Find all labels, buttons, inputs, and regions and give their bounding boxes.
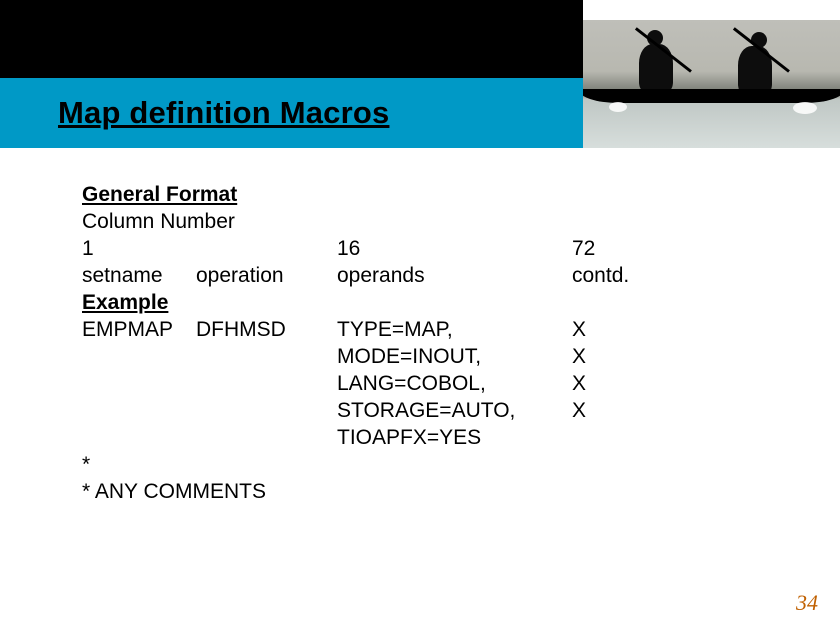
page-number: 34 bbox=[796, 590, 818, 616]
example-contd-2: X bbox=[572, 370, 586, 397]
col1-number: 1 bbox=[82, 235, 337, 262]
example-contd-0: X bbox=[572, 316, 586, 343]
example-operand-0: TYPE=MAP, bbox=[337, 316, 572, 343]
col2-number: 16 bbox=[337, 235, 572, 262]
slide-title: Map definition Macros bbox=[58, 95, 389, 131]
example-label: Example bbox=[82, 289, 168, 316]
comment-line: * ANY COMMENTS bbox=[82, 478, 266, 505]
col1-header-operation: operation bbox=[196, 262, 337, 289]
example-contd-3: X bbox=[572, 397, 586, 424]
example-operand-2: LANG=COBOL, bbox=[337, 370, 572, 397]
slide-body: General Format Column Number 1 16 72 set… bbox=[82, 181, 782, 505]
col1-header-setname: setname bbox=[82, 262, 196, 289]
header-image bbox=[583, 20, 840, 148]
example-operand-4: TIOAPFX=YES bbox=[337, 424, 572, 451]
column-number-label: Column Number bbox=[82, 208, 235, 235]
header-teal-bar: Map definition Macros bbox=[0, 78, 583, 148]
header-black-bar bbox=[0, 0, 583, 78]
example-operand-3: STORAGE=AUTO, bbox=[337, 397, 572, 424]
col2-header-operands: operands bbox=[337, 262, 572, 289]
example-operation: DFHMSD bbox=[196, 316, 337, 343]
slide-header: Map definition Macros bbox=[0, 0, 840, 148]
col3-header-contd: contd. bbox=[572, 262, 629, 289]
col3-number: 72 bbox=[572, 235, 595, 262]
example-contd-1: X bbox=[572, 343, 586, 370]
example-setname: EMPMAP bbox=[82, 316, 196, 343]
example-operand-1: MODE=INOUT, bbox=[337, 343, 572, 370]
comment-star: * bbox=[82, 451, 90, 478]
general-format-label: General Format bbox=[82, 181, 237, 208]
